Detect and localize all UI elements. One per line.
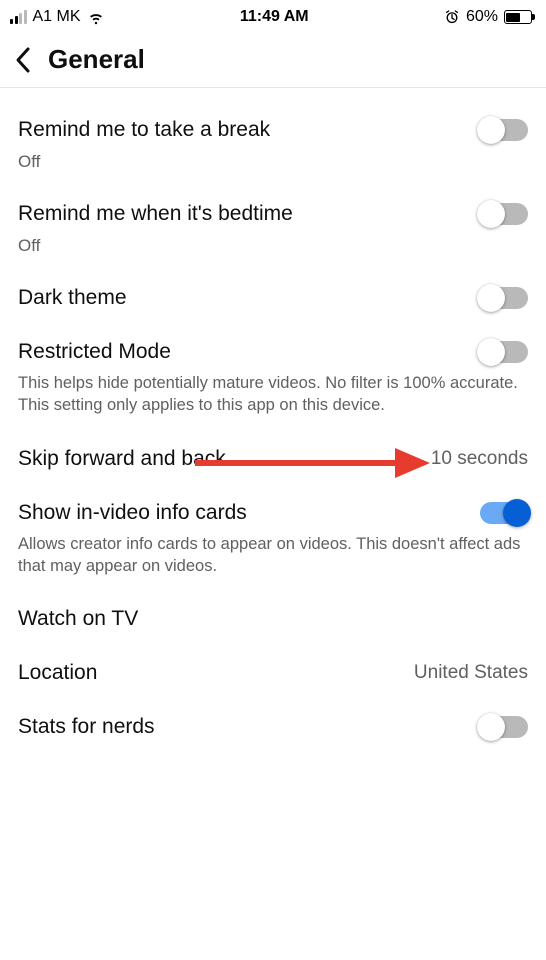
battery-icon <box>504 10 532 24</box>
status-time: 11:49 AM <box>240 8 309 26</box>
carrier-label: A1 MK <box>33 8 81 26</box>
setting-restricted-mode[interactable]: Restricted Mode This helps hide potentia… <box>18 310 528 417</box>
setting-bedtime-title: Remind me when it's bedtime <box>18 202 293 226</box>
dark-theme-toggle[interactable] <box>480 287 528 309</box>
wifi-icon <box>87 8 105 26</box>
setting-restricted-title: Restricted Mode <box>18 340 171 364</box>
status-bar: A1 MK 11:49 AM 60% <box>0 0 546 30</box>
setting-watchtv-title: Watch on TV <box>18 607 138 631</box>
setting-watch-on-tv[interactable]: Watch on TV <box>18 577 528 631</box>
setting-location-value: United States <box>414 662 528 684</box>
setting-stats-for-nerds[interactable]: Stats for nerds <box>18 685 528 739</box>
setting-break-title: Remind me to take a break <box>18 118 270 142</box>
status-right: 60% <box>444 8 532 26</box>
stats-for-nerds-toggle[interactable] <box>480 716 528 738</box>
setting-statsnerds-title: Stats for nerds <box>18 715 155 739</box>
setting-bedtime-status: Off <box>18 226 528 256</box>
setting-skip-title: Skip forward and back <box>18 447 226 471</box>
setting-location-title: Location <box>18 661 97 685</box>
signal-icon <box>10 10 27 24</box>
setting-infocards-desc: Allows creator info cards to appear on v… <box>18 525 528 578</box>
setting-break[interactable]: Remind me to take a break Off <box>18 88 528 172</box>
page-title: General <box>48 44 145 75</box>
setting-restricted-desc: This helps hide potentially mature video… <box>18 364 528 417</box>
setting-bedtime[interactable]: Remind me when it's bedtime Off <box>18 172 528 256</box>
setting-dark-theme[interactable]: Dark theme <box>18 256 528 310</box>
settings-list: Remind me to take a break Off Remind me … <box>0 88 546 739</box>
setting-infocards[interactable]: Show in-video info cards Allows creator … <box>18 471 528 578</box>
bedtime-toggle[interactable] <box>480 203 528 225</box>
setting-infocards-title: Show in-video info cards <box>18 501 247 525</box>
setting-skip[interactable]: Skip forward and back 10 seconds <box>18 417 528 471</box>
setting-skip-value: 10 seconds <box>431 448 528 470</box>
setting-dark-title: Dark theme <box>18 286 127 310</box>
header: General <box>0 30 546 88</box>
alarm-icon <box>444 9 460 25</box>
restricted-mode-toggle[interactable] <box>480 341 528 363</box>
break-toggle[interactable] <box>480 119 528 141</box>
status-left: A1 MK <box>10 8 105 26</box>
setting-location[interactable]: Location United States <box>18 631 528 685</box>
infocards-toggle[interactable] <box>480 502 528 524</box>
battery-percent: 60% <box>466 8 498 26</box>
setting-break-status: Off <box>18 142 528 172</box>
back-icon[interactable] <box>14 46 32 74</box>
